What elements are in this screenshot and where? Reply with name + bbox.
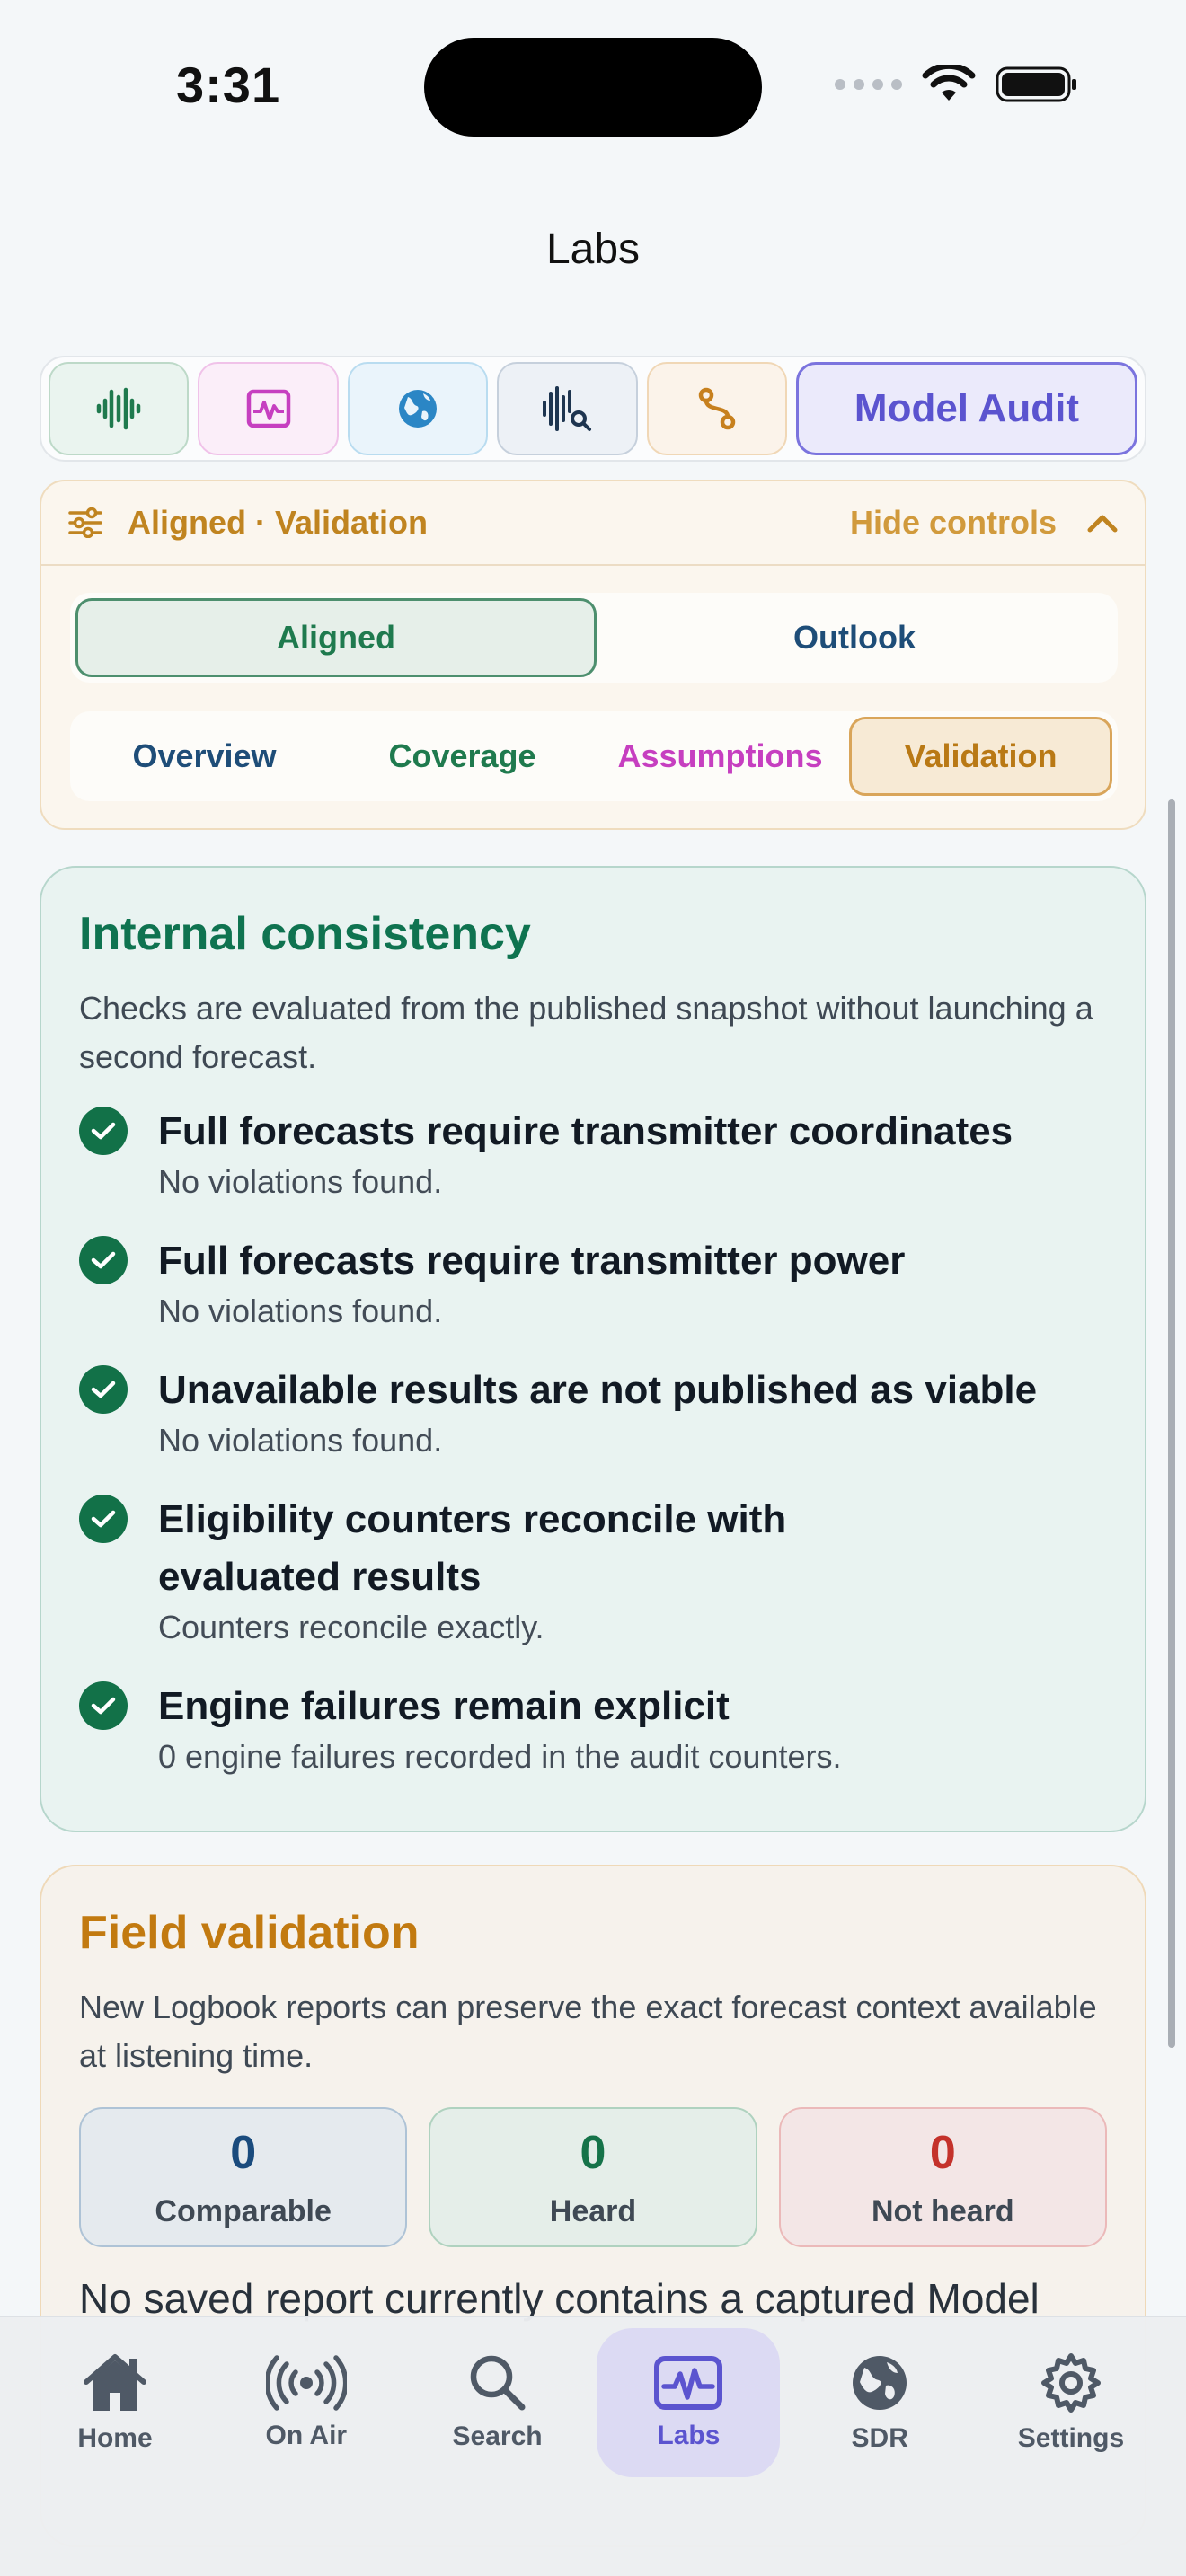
section-tabs: Overview Coverage Assumptions Validation	[70, 711, 1118, 801]
gear-icon	[1040, 2353, 1101, 2413]
tool-waveform-button[interactable]	[49, 362, 190, 455]
tabbar-label: SDR	[851, 2423, 908, 2453]
card-title: Field validation	[79, 1907, 420, 1959]
controls-summary: Aligned · Validation	[128, 504, 429, 541]
signal-dots-icon	[835, 79, 902, 90]
validation-stats: 0 Comparable 0 Heard 0 Not heard	[79, 2107, 1107, 2247]
stat-label: Comparable	[155, 2193, 332, 2228]
tool-spectrum-search-button[interactable]	[497, 362, 638, 455]
globe-icon	[398, 390, 437, 428]
check-detail: Counters reconcile exactly.	[158, 1609, 544, 1645]
dynamic-island	[424, 38, 762, 137]
status-icons	[835, 65, 1078, 104]
check-item: Eligibility counters reconcile with eval…	[79, 1491, 1107, 1647]
check-title: Full forecasts require transmitter coord…	[158, 1109, 1013, 1153]
check-detail: No violations found.	[158, 1292, 443, 1329]
stat-value: 0	[929, 2126, 956, 2179]
tabbar-item-settings[interactable]: Settings	[979, 2328, 1163, 2477]
tabbar-item-search[interactable]: Search	[406, 2328, 589, 2477]
tab-coverage[interactable]: Coverage	[333, 717, 591, 796]
checkmark-icon	[79, 1365, 128, 1414]
route-icon	[698, 387, 735, 430]
status-bar: 3:31	[0, 0, 1186, 171]
broadcast-icon	[265, 2355, 347, 2411]
sliders-icon	[68, 507, 102, 538]
model-audit-button[interactable]: Model Audit	[795, 362, 1137, 455]
check-detail: 0 engine failures recorded in the audit …	[158, 1738, 842, 1775]
activity-monitor-icon	[246, 389, 290, 428]
card-description: New Logbook reports can preserve the exa…	[79, 1989, 1097, 2074]
tabbar-label: Settings	[1017, 2423, 1125, 2453]
wifi-icon	[922, 65, 976, 101]
controls-panel: Aligned · Validation Hide controls Align…	[40, 480, 1146, 830]
check-title: Full forecasts require transmitter power	[158, 1239, 906, 1283]
check-title: Engine failures remain explicit	[158, 1684, 730, 1728]
checkmark-icon	[79, 1495, 128, 1543]
stat-not-heard: 0 Not heard	[778, 2107, 1107, 2247]
check-title: Eligibility counters reconcile with eval…	[158, 1497, 787, 1599]
scroll-indicator[interactable]	[1168, 799, 1175, 2048]
stat-value: 0	[580, 2126, 606, 2179]
checkmark-icon	[79, 1236, 128, 1284]
stat-heard: 0 Heard	[429, 2107, 757, 2247]
tab-overview[interactable]: Overview	[75, 717, 333, 796]
stat-value: 0	[230, 2126, 257, 2179]
chevron-up-icon[interactable]	[1087, 513, 1118, 533]
tabbar-label: Labs	[657, 2421, 721, 2450]
tab-assumptions[interactable]: Assumptions	[591, 717, 849, 796]
tool-route-button[interactable]	[646, 362, 787, 455]
tabbar-item-sdr[interactable]: SDR	[788, 2328, 971, 2477]
spectrum-search-icon	[543, 386, 592, 431]
stat-comparable: 0 Comparable	[79, 2107, 408, 2247]
hide-controls-button[interactable]: Hide controls	[850, 504, 1057, 542]
tabbar-label: Search	[452, 2422, 543, 2451]
status-time: 3:31	[176, 57, 281, 113]
card-title: Internal consistency	[79, 908, 531, 960]
tab-bar: Home On Air Search Labs SDR Settings	[0, 2316, 1186, 2576]
tabbar-label: Home	[77, 2423, 153, 2453]
search-icon	[470, 2355, 526, 2411]
internal-consistency-card: Internal consistency Checks are evaluate…	[40, 866, 1146, 1832]
tabbar-item-home[interactable]: Home	[23, 2328, 207, 2477]
tabbar-item-on-air[interactable]: On Air	[215, 2328, 398, 2477]
controls-header[interactable]: Aligned · Validation Hide controls	[41, 481, 1145, 566]
checkmark-icon	[79, 1107, 128, 1155]
card-description: Checks are evaluated from the published …	[79, 990, 1093, 1075]
lab-tool-selector: Model Audit	[40, 356, 1146, 462]
battery-icon	[996, 66, 1076, 102]
check-detail: No violations found.	[158, 1163, 443, 1200]
segment-aligned[interactable]: Aligned	[75, 598, 597, 677]
check-title: Unavailable results are not published as…	[158, 1368, 1038, 1412]
checkmark-icon	[79, 1681, 128, 1730]
mode-segmented-control: Aligned Outlook	[70, 593, 1118, 683]
globe-icon	[853, 2356, 907, 2410]
tool-globe-button[interactable]	[347, 362, 489, 455]
tab-validation[interactable]: Validation	[849, 717, 1112, 796]
check-item: Engine failures remain explicit 0 engine…	[79, 1678, 1107, 1777]
waveform-icon	[96, 387, 141, 430]
home-icon	[84, 2354, 146, 2411]
labs-icon	[654, 2356, 723, 2410]
tabbar-item-labs[interactable]: Labs	[597, 2328, 781, 2477]
tabbar-label: On Air	[265, 2421, 348, 2450]
page-title: Labs	[545, 225, 641, 273]
segment-outlook[interactable]: Outlook	[597, 598, 1112, 677]
check-list: Full forecasts require transmitter coord…	[79, 1103, 1107, 1777]
check-item: Unavailable results are not published as…	[79, 1362, 1107, 1460]
stat-label: Not heard	[871, 2193, 1014, 2228]
stat-label: Heard	[549, 2193, 637, 2228]
check-item: Full forecasts require transmitter coord…	[79, 1103, 1107, 1202]
check-item: Full forecasts require transmitter power…	[79, 1232, 1107, 1331]
tool-monitor-button[interactable]	[198, 362, 339, 455]
check-detail: No violations found.	[158, 1422, 443, 1459]
